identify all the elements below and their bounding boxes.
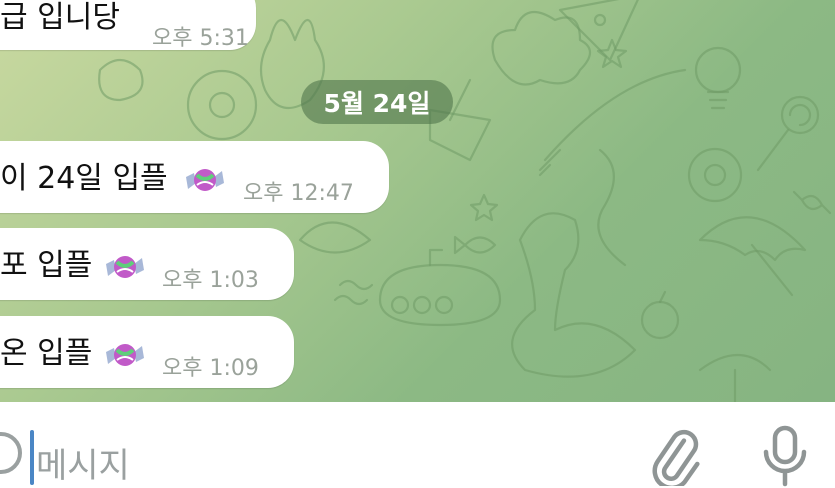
microphone-icon[interactable] (758, 424, 812, 488)
message-time: 오후 12:47 (243, 181, 354, 206)
chat-background: 급 입니당 오후 5:31 5월 24일 이 24일 입플 오후 12:47 포… (0, 0, 835, 402)
candy-emoji-icon (106, 344, 144, 366)
message-bubble-4[interactable]: 온 입플 오후 1:09 (0, 316, 294, 388)
message-time: 오후 5:31 (152, 26, 249, 51)
message-composer: 메시지 (0, 402, 835, 488)
message-text: 온 입플 (0, 335, 93, 371)
message-time: 오후 1:09 (162, 356, 259, 381)
paperclip-icon[interactable] (648, 426, 702, 486)
message-bubble-2[interactable]: 이 24일 입플 오후 12:47 (0, 141, 389, 213)
message-text: 포 입플 (0, 247, 93, 283)
date-separator: 5월 24일 (301, 80, 453, 124)
message-time: 오후 1:03 (162, 268, 259, 293)
message-text: 이 24일 입플 (0, 160, 168, 196)
text-cursor (30, 430, 34, 485)
message-input[interactable]: 메시지 (36, 438, 130, 487)
emoji-icon[interactable] (0, 432, 22, 474)
message-bubble-1[interactable]: 급 입니당 오후 5:31 (0, 0, 256, 51)
candy-emoji-icon (106, 256, 144, 278)
message-text: 급 입니당 (0, 0, 120, 35)
message-bubble-3[interactable]: 포 입플 오후 1:03 (0, 228, 294, 300)
candy-emoji-icon (186, 169, 224, 191)
